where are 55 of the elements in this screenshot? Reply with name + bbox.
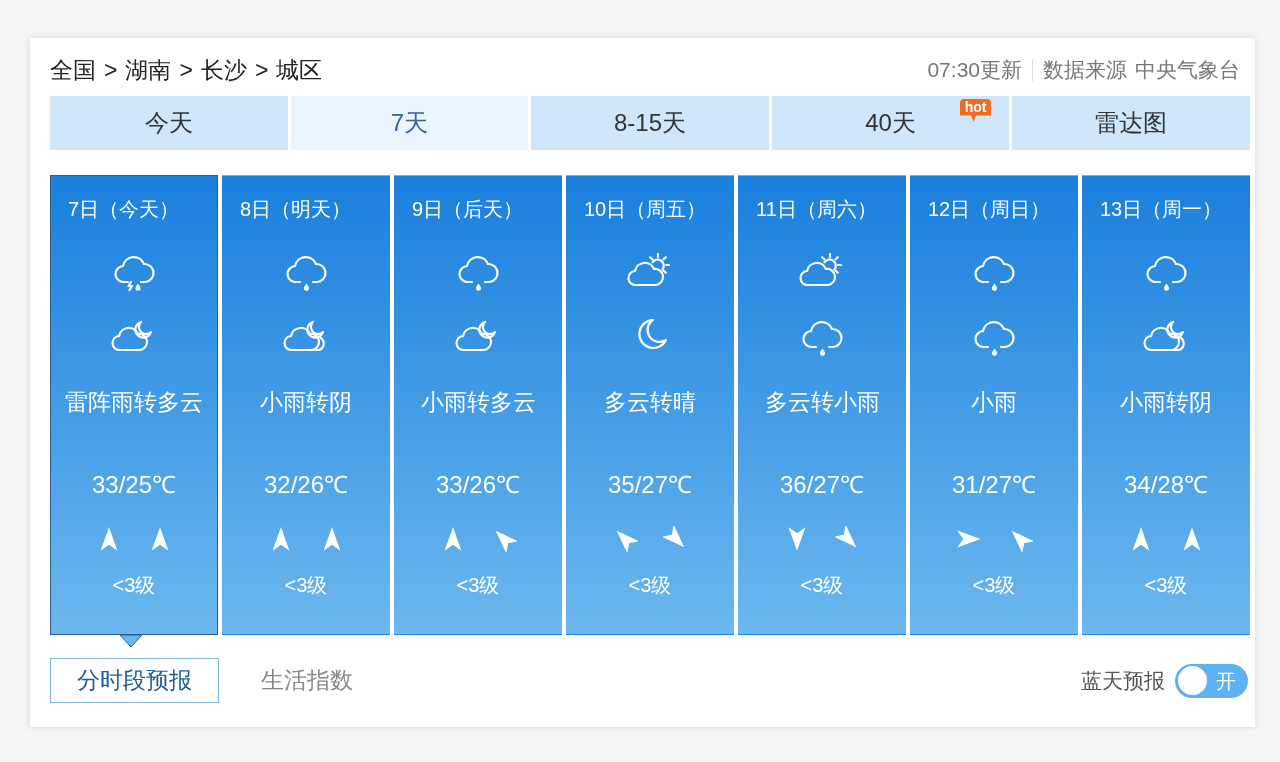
weather-text: 小雨转阴 <box>1120 388 1212 417</box>
wind-level-text: <3级 <box>972 573 1016 598</box>
sub-tab[interactable]: 生活指数 <box>234 658 380 703</box>
breadcrumb-link[interactable]: 城区 <box>276 52 323 88</box>
day-card[interactable]: 8日（明天） 小雨转阴 32/26℃ <3级 <box>222 175 390 635</box>
day-card[interactable]: 12日（周日） 小雨 31/27℃ <3级 <box>910 175 1078 635</box>
weather-text: 多云转晴 <box>604 388 696 417</box>
pointer-icon <box>119 635 143 648</box>
temperature-text: 35/27℃ <box>607 470 693 500</box>
update-time-text: 07:30更新 <box>927 57 1022 84</box>
wind-level-text: <3级 <box>1144 573 1188 598</box>
day-card[interactable]: 11日（周六） 多云转小雨 36/27℃ <3级 <box>738 175 906 635</box>
temperature-text: 32/26℃ <box>263 470 349 500</box>
tab[interactable]: 7天 <box>290 96 529 150</box>
day-card[interactable]: 10日（周五） 多云转晴 35/27℃ <3级 <box>566 175 734 635</box>
weather-text: 小雨转阴 <box>260 388 352 417</box>
weather-text: 小雨 <box>971 388 1017 417</box>
temperature-text: 36/27℃ <box>779 470 865 500</box>
hot-badge: hot <box>959 99 992 122</box>
weather-text: 多云转小雨 <box>764 388 880 417</box>
day-card[interactable]: 13日（周一） 小雨转阴 34/28℃ <3级 <box>1082 175 1250 635</box>
wind-level-text: <3级 <box>284 573 328 598</box>
weather-text: 小雨转多云 <box>420 388 536 417</box>
date-label: 7日（今天） <box>68 197 180 222</box>
date-label: 13日（周一） <box>1100 197 1223 222</box>
source-label: 数据来源 <box>1043 57 1127 84</box>
temperature-text: 34/28℃ <box>1123 470 1209 500</box>
tab[interactable]: 今天 <box>50 96 288 150</box>
date-label: 8日（明天） <box>240 197 352 222</box>
date-label: 10日（周五） <box>584 197 707 222</box>
sub-tab[interactable]: 分时段预报 <box>50 658 219 703</box>
date-label: 9日（后天） <box>412 197 524 222</box>
wind-level-text: <3级 <box>800 573 844 598</box>
temperature-text: 33/25℃ <box>91 470 177 500</box>
tab[interactable]: 雷达图 <box>1012 96 1250 150</box>
weather-text: 雷阵雨转多云 <box>65 388 203 417</box>
wind-level-text: <3级 <box>112 573 156 598</box>
toggle-knob[interactable] <box>1178 666 1207 695</box>
tab[interactable]: 8-15天 <box>531 96 769 150</box>
day-card[interactable]: 9日（后天） 小雨转多云 33/26℃ <3级 <box>394 175 562 635</box>
wind-level-text: <3级 <box>628 573 672 598</box>
wind-level-text: <3级 <box>456 573 500 598</box>
breadcrumb-separator: > <box>104 55 118 85</box>
breadcrumb-separator: > <box>179 55 193 85</box>
tab[interactable]: 40天 hot <box>771 96 1010 150</box>
source-name: 中央气象台 <box>1135 57 1240 84</box>
breadcrumb-separator: > <box>254 55 269 85</box>
switch-label: 蓝天预报 <box>1081 667 1165 694</box>
breadcrumb-link[interactable]: 全国 <box>50 52 96 88</box>
breadcrumb-link[interactable]: 长沙 <box>200 52 247 88</box>
date-label: 11日（周六） <box>756 197 877 222</box>
temperature-text: 33/26℃ <box>435 470 521 500</box>
date-label: 12日（周日） <box>928 197 1051 222</box>
temperature-text: 31/27℃ <box>951 470 1037 500</box>
breadcrumb-link[interactable]: 湖南 <box>125 52 172 88</box>
